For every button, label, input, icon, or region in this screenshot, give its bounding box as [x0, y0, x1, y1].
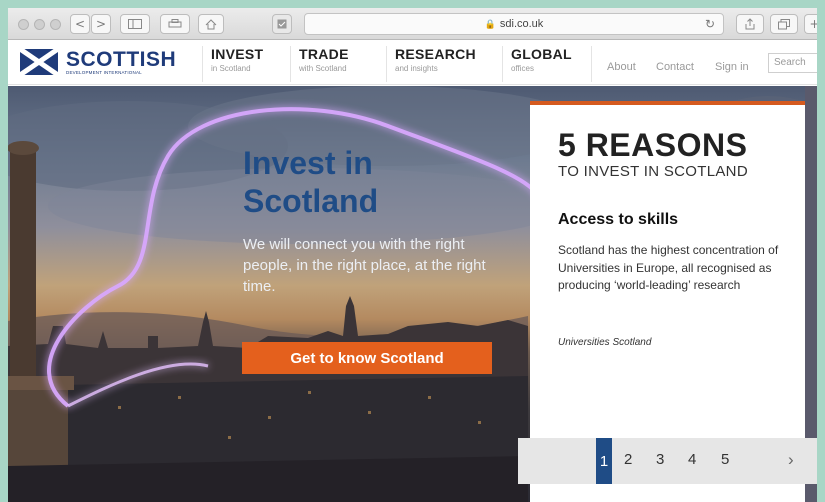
minimize-window-icon[interactable] — [34, 19, 45, 30]
nav-research-sub: and insights — [395, 64, 438, 73]
sidebar-icon — [128, 19, 142, 29]
hero-title-line2: Scotland — [243, 183, 379, 219]
hero-title: Invest in Scotland — [243, 144, 503, 220]
home-icon — [205, 18, 217, 29]
reload-icon[interactable]: ↻ — [705, 17, 715, 31]
nav-global-sub: offices — [511, 64, 534, 73]
site-header: SCOTTISH DEVELOPMENT INTERNATIONAL INVES… — [8, 40, 817, 85]
hero-description: We will connect you with the right peopl… — [243, 236, 486, 295]
reason-title: Access to skills — [558, 211, 679, 228]
nav-trade-title: TRADE — [299, 46, 349, 62]
nav-trade-sub: with Scotland — [299, 64, 347, 73]
printer-icon — [168, 19, 182, 28]
reason-body: Scotland has the highest concentration o… — [558, 243, 779, 292]
logo-text: SCOTTISH — [66, 48, 177, 71]
search-input[interactable]: Search — [768, 53, 817, 73]
hero-title-line1: Invest in — [243, 145, 373, 181]
close-window-icon[interactable] — [18, 19, 29, 30]
address-bar[interactable]: 🔒 sdi.co.uk ↻ — [304, 13, 724, 35]
reasons-headline: 5 REASONS — [558, 127, 748, 163]
chevron-right-icon[interactable]: › — [788, 450, 794, 470]
signin-link[interactable]: Sign in — [715, 61, 749, 73]
nav-global[interactable]: GLOBAL offices — [502, 46, 592, 82]
logo-subtext: DEVELOPMENT INTERNATIONAL — [66, 70, 142, 75]
nav-global-title: GLOBAL — [511, 46, 572, 62]
reasons-pager: 1 2 3 4 5 › — [518, 438, 817, 484]
checkbox-icon — [277, 19, 287, 29]
nav-trade[interactable]: TRADE with Scotland — [290, 46, 386, 82]
tabs-icon — [778, 18, 790, 29]
forward-button[interactable]: > — [91, 14, 111, 34]
nav-invest[interactable]: INVEST in Scotland — [202, 46, 290, 82]
about-link[interactable]: About — [607, 61, 636, 73]
lock-icon: 🔒 — [484, 18, 496, 29]
contact-link[interactable]: Contact — [656, 61, 694, 73]
reason-source: Universities Scotland — [558, 337, 652, 348]
get-to-know-scotland-button[interactable]: Get to know Scotland — [242, 342, 492, 374]
reasons-subheadline: TO INVEST IN SCOTLAND — [558, 163, 748, 180]
sdi-logo[interactable]: SCOTTISH DEVELOPMENT INTERNATIONAL — [20, 49, 176, 76]
page-5-button[interactable]: 5 — [721, 451, 729, 468]
zoom-window-icon[interactable] — [50, 19, 61, 30]
hero-banner: Invest in Scotland We will connect you w… — [8, 86, 817, 502]
extension-button[interactable] — [272, 14, 292, 34]
nav-invest-title: INVEST — [211, 46, 264, 62]
tabs-button[interactable] — [770, 14, 798, 34]
share-icon — [745, 18, 755, 30]
new-tab-button[interactable]: + — [804, 14, 817, 34]
saltire-icon — [20, 49, 58, 76]
sidebar-toggle-button[interactable] — [120, 14, 150, 34]
address-url: sdi.co.uk — [499, 18, 544, 30]
browser-window: < > 🔒 sdi.co.uk ↻ + SCOTTISH DEVELOPMENT… — [8, 8, 817, 502]
nav-research-title: RESEARCH — [395, 46, 476, 62]
browser-toolbar: < > 🔒 sdi.co.uk ↻ + — [8, 8, 817, 40]
page-3-button[interactable]: 3 — [656, 451, 664, 468]
share-button[interactable] — [736, 14, 764, 34]
home-button[interactable] — [198, 14, 224, 34]
nav-invest-sub: in Scotland — [211, 64, 251, 73]
page-1-button[interactable]: 1 — [596, 438, 612, 484]
back-button[interactable]: < — [70, 14, 90, 34]
nav-research[interactable]: RESEARCH and insights — [386, 46, 502, 82]
page-4-button[interactable]: 4 — [688, 451, 696, 468]
page-2-button[interactable]: 2 — [624, 451, 632, 468]
print-button[interactable] — [160, 14, 190, 34]
